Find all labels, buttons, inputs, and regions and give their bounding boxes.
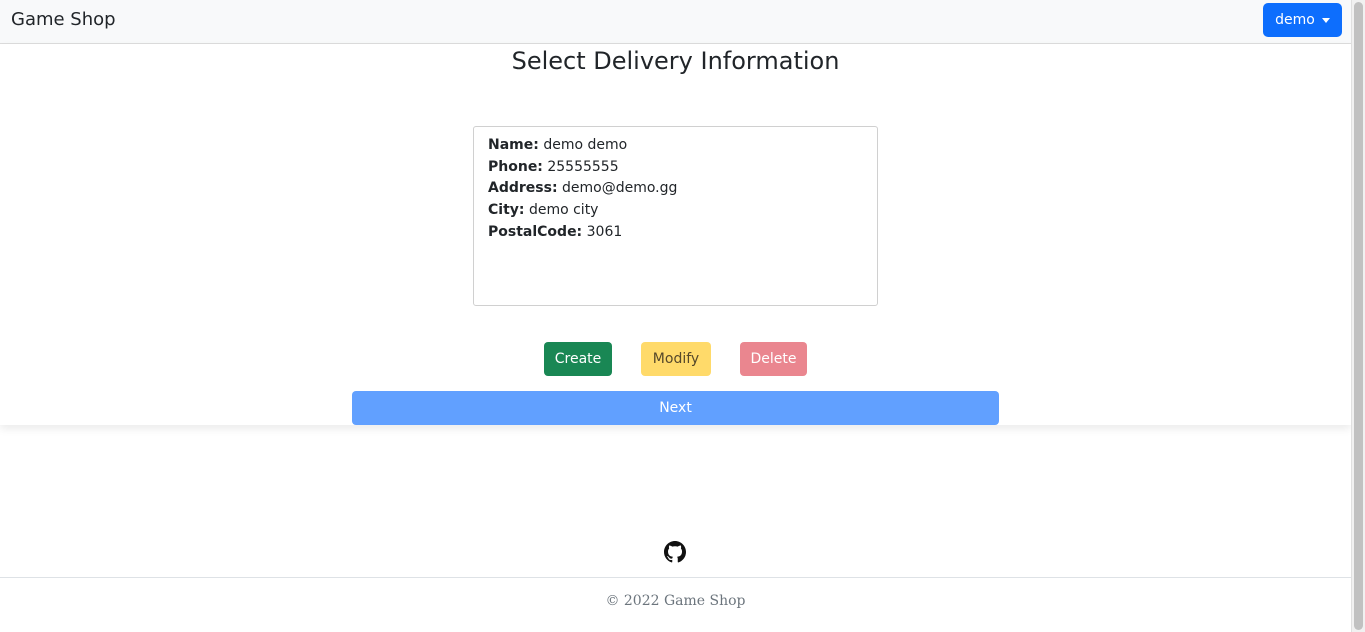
main-content: Select Delivery Information Name: demo d… (0, 44, 1351, 425)
delivery-postal-row: PostalCode: 3061 (488, 222, 863, 244)
footer-divider (0, 577, 1351, 578)
create-button[interactable]: Create (544, 342, 612, 376)
brand-link[interactable]: Game Shop (11, 9, 116, 30)
delivery-name-value: demo demo (543, 137, 628, 153)
delivery-info-card[interactable]: Name: demo demo Phone: 25555555 Address:… (473, 126, 878, 306)
next-button[interactable]: Next (352, 391, 999, 425)
delivery-address-value: demo@demo.gg (562, 180, 678, 197)
delivery-phone-value: 25555555 (547, 158, 619, 175)
delivery-city-value: demo city (528, 202, 599, 219)
delivery-phone-row: Phone: 25555555 (488, 157, 863, 179)
delivery-address-row: Address: demo@demo.gg (488, 178, 863, 200)
modify-button[interactable]: Modify (641, 342, 711, 376)
delete-button[interactable]: Delete (740, 342, 807, 376)
delivery-name-row: Name: demo demo (488, 135, 863, 157)
delivery-name-label: Name: (488, 137, 539, 153)
page-title: Select Delivery Information (511, 47, 840, 75)
user-dropdown-button[interactable]: demo (1263, 3, 1342, 37)
github-icon[interactable] (664, 541, 686, 563)
user-dropdown-label: demo (1275, 12, 1315, 28)
delivery-city-label: City: (488, 202, 525, 219)
vertical-scrollbar[interactable] (1351, 0, 1365, 632)
scrollbar-thumb[interactable] (1354, 2, 1363, 630)
delivery-postal-label: PostalCode: (488, 223, 583, 240)
delivery-city-row: City: demo city (488, 200, 863, 222)
delivery-postal-value: 3061 (586, 223, 623, 240)
delivery-address-label: Address: (488, 180, 558, 197)
copyright-text: © 2022 Game Shop (605, 593, 746, 609)
delivery-phone-label: Phone: (488, 158, 543, 175)
caret-down-icon (1321, 18, 1330, 23)
navbar: Game Shop demo (0, 0, 1351, 44)
